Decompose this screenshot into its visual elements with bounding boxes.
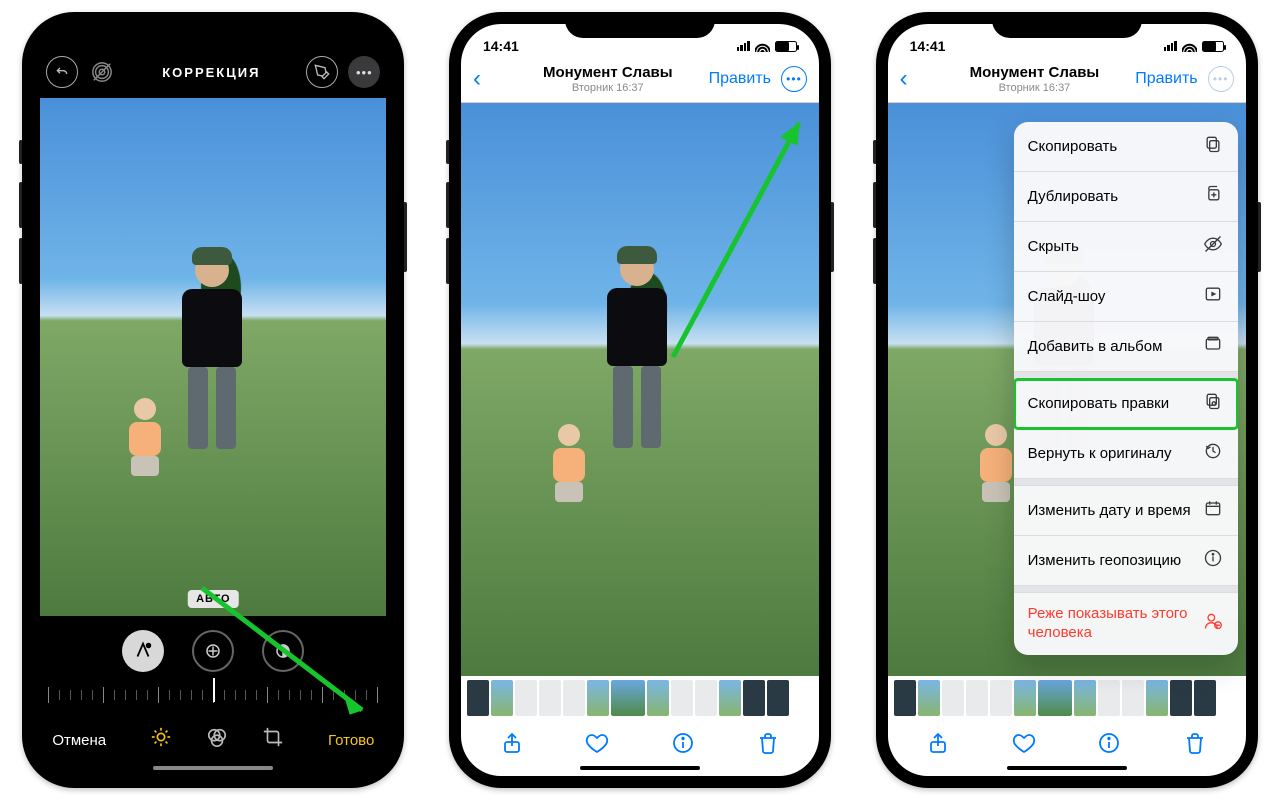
menu-item-label: Вернуть к оригиналу: [1028, 445, 1172, 462]
battery-icon: [1202, 41, 1224, 52]
menu-copy[interactable]: Скопировать: [1014, 122, 1238, 172]
menu-item-label: Добавить в альбом: [1028, 338, 1163, 355]
menu-item-label: Реже показывать этого человека: [1028, 605, 1188, 643]
back-button[interactable]: ‹: [900, 65, 934, 93]
menu-copy-edits[interactable]: Скопировать правки: [1014, 379, 1238, 429]
more-icon[interactable]: •••: [348, 56, 380, 88]
actions-menu: Скопировать Дублировать Скрыть Слайд-шоу…: [1014, 122, 1238, 655]
calendar-icon: [1202, 498, 1224, 523]
back-button[interactable]: ‹: [473, 65, 507, 93]
navbar: ‹ Монумент Славы Вторник 16:37 Править •…: [461, 58, 819, 103]
menu-item-label: Слайд-шоу: [1028, 288, 1106, 305]
copy-icon: [1202, 134, 1224, 159]
revert-icon: [1202, 441, 1224, 466]
menu-item-label: Изменить геопозицию: [1028, 552, 1181, 569]
more-button[interactable]: •••: [1208, 66, 1234, 92]
menu-feature-less[interactable]: Реже показывать этого человека: [1014, 593, 1238, 655]
menu-revert[interactable]: Вернуть к оригиналу: [1014, 429, 1238, 479]
thumbnail-strip[interactable]: [888, 676, 1246, 720]
thumbnail-strip[interactable]: [461, 676, 819, 720]
share-button[interactable]: [922, 730, 954, 756]
cancel-button[interactable]: Отмена: [52, 732, 106, 749]
tab-crop-icon[interactable]: [262, 726, 284, 754]
duplicate-icon: [1202, 184, 1224, 209]
menu-hide[interactable]: Скрыть: [1014, 222, 1238, 272]
adjust-slider[interactable]: [48, 678, 378, 712]
done-button[interactable]: Готово: [328, 732, 374, 749]
album-icon: [1202, 334, 1224, 359]
dial-auto[interactable]: [122, 630, 164, 672]
menu-item-label: Скопировать: [1028, 138, 1118, 155]
cellular-icon: [1164, 41, 1177, 51]
menu-item-label: Скрыть: [1028, 238, 1079, 255]
live-off-icon[interactable]: [88, 56, 116, 88]
editor-title: КОРРЕКЦИЯ: [162, 65, 260, 80]
markup-icon[interactable]: [306, 56, 338, 88]
hide-icon: [1202, 234, 1224, 259]
menu-item-label: Дублировать: [1028, 188, 1118, 205]
delete-button[interactable]: [1179, 730, 1211, 756]
phone-viewer: 14:41 ‹ Монумент Славы Вторник 16:37 Пра…: [449, 12, 831, 788]
favorite-button[interactable]: [581, 730, 613, 756]
tab-filters-icon[interactable]: [206, 726, 228, 754]
undo-icon[interactable]: [46, 56, 78, 88]
navbar: ‹ Монумент Славы Вторник 16:37 Править •…: [888, 58, 1246, 103]
nav-subtitle: Вторник 16:37: [934, 82, 1136, 94]
more-button[interactable]: •••: [781, 66, 807, 92]
home-indicator[interactable]: [153, 766, 273, 770]
phone-viewer-menu: 14:41 ‹ Монумент Славы Вторник 16:37 Пра…: [876, 12, 1258, 788]
menu-edit-location[interactable]: Изменить геопозицию: [1014, 536, 1238, 586]
phone-editor: КОРРЕКЦИЯ •••: [22, 12, 404, 788]
home-indicator[interactable]: [580, 766, 700, 770]
adjust-dials: [34, 620, 392, 676]
menu-item-label: Изменить дату и время: [1028, 502, 1191, 519]
info-button[interactable]: [1093, 730, 1125, 756]
share-button[interactable]: [496, 730, 528, 756]
auto-badge: АВТО: [188, 590, 238, 608]
nav-subtitle: Вторник 16:37: [507, 82, 709, 94]
delete-button[interactable]: [752, 730, 784, 756]
wifi-icon: [755, 41, 770, 52]
nav-title: Монумент Славы: [934, 64, 1136, 81]
photo-view[interactable]: [461, 103, 819, 676]
status-time: 14:41: [483, 38, 519, 54]
tab-adjust-icon[interactable]: [150, 726, 172, 754]
menu-edit-date[interactable]: Изменить дату и время: [1014, 486, 1238, 536]
edit-button[interactable]: Править: [1135, 70, 1197, 88]
edit-button[interactable]: Править: [709, 70, 771, 88]
info-button[interactable]: [667, 730, 699, 756]
battery-icon: [775, 41, 797, 52]
cellular-icon: [737, 41, 750, 51]
menu-duplicate[interactable]: Дублировать: [1014, 172, 1238, 222]
home-indicator[interactable]: [1007, 766, 1127, 770]
person-less-icon: [1202, 611, 1224, 636]
copy-edits-icon: [1202, 391, 1224, 416]
photo-preview[interactable]: АВТО: [40, 98, 386, 616]
menu-item-label: Скопировать правки: [1028, 395, 1169, 412]
favorite-button[interactable]: [1008, 730, 1040, 756]
menu-slideshow[interactable]: Слайд-шоу: [1014, 272, 1238, 322]
dial-exposure[interactable]: [192, 630, 234, 672]
menu-add-album[interactable]: Добавить в альбом: [1014, 322, 1238, 372]
dial-brilliance[interactable]: [262, 630, 304, 672]
slideshow-icon: [1202, 284, 1224, 309]
location-icon: [1202, 548, 1224, 573]
nav-title: Монумент Славы: [507, 64, 709, 81]
status-time: 14:41: [910, 38, 946, 54]
wifi-icon: [1182, 41, 1197, 52]
